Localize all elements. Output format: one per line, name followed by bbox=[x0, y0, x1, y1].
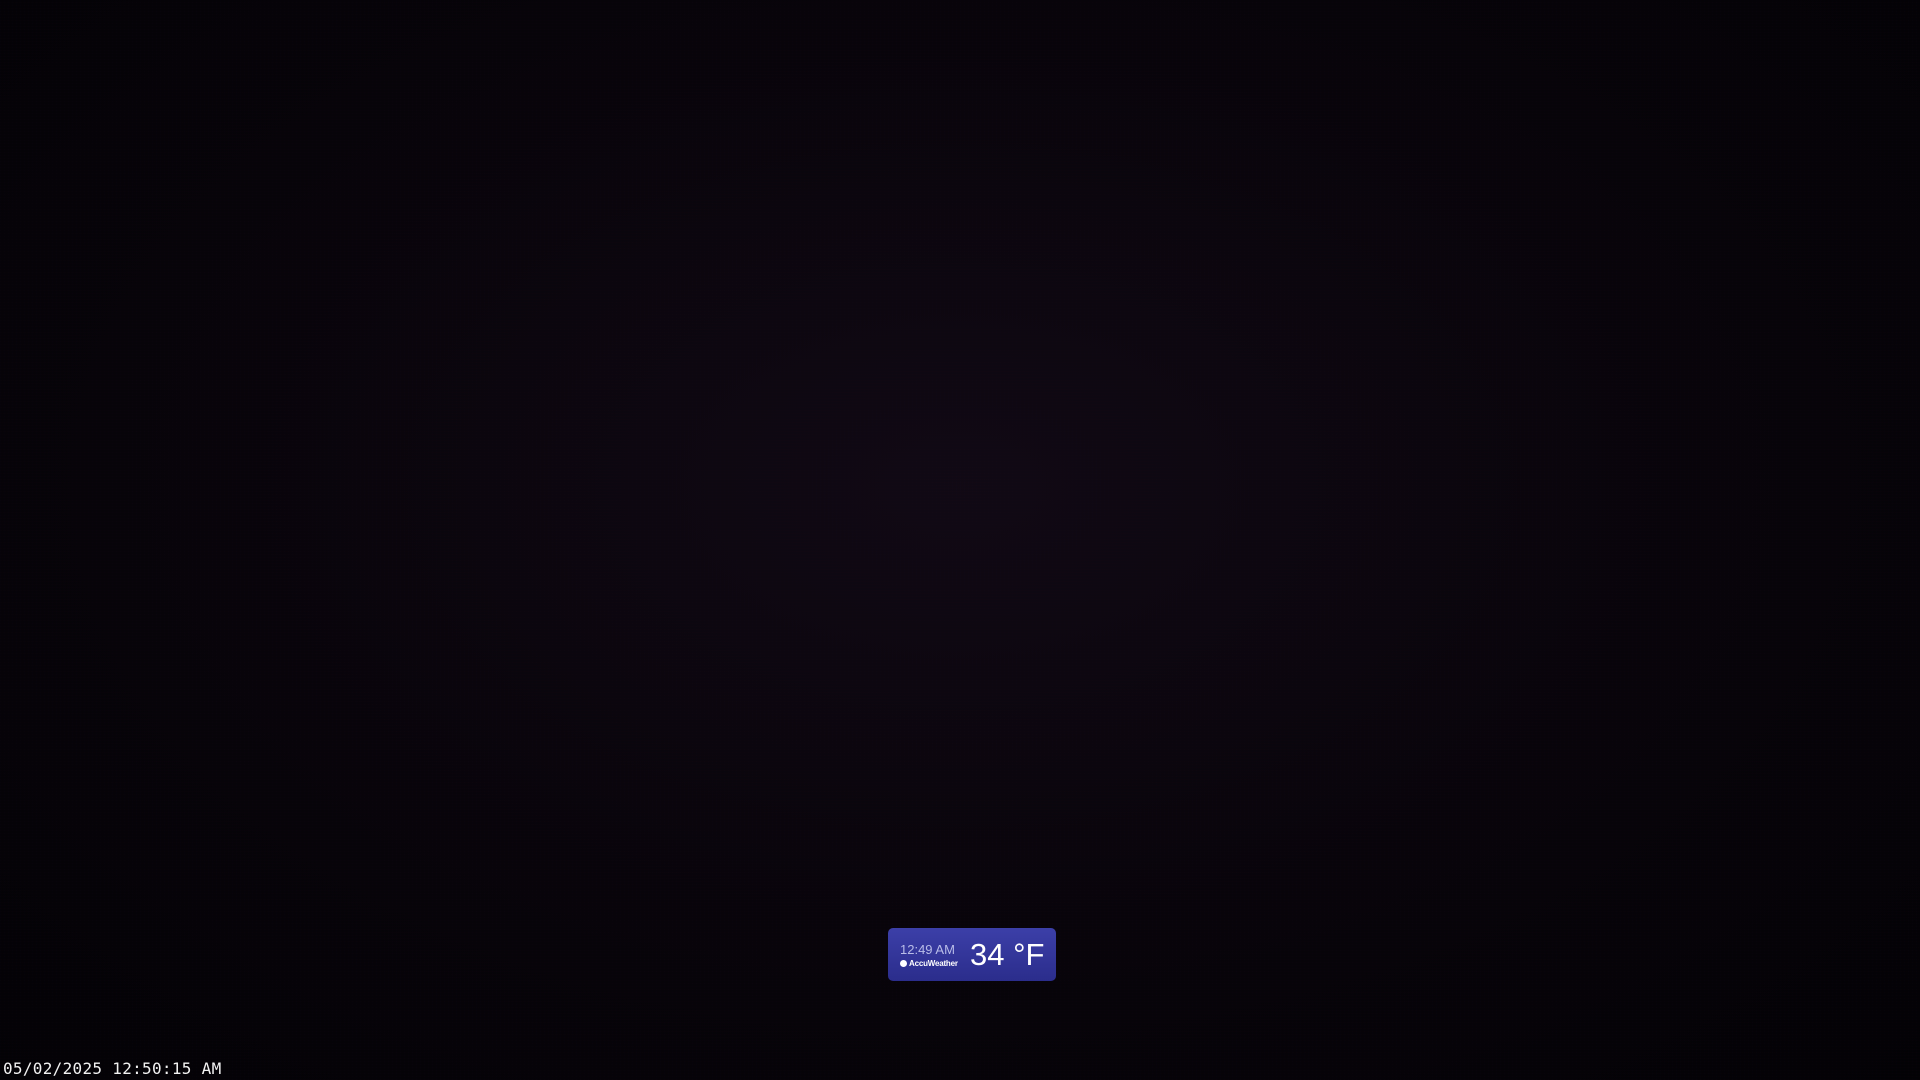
temperature-readout: 34 °F bbox=[970, 936, 1045, 972]
sensor-noise-overlay bbox=[0, 0, 1920, 1080]
camera-timestamp: 05/02/2025 12:50:15 AM bbox=[3, 1059, 222, 1078]
accuweather-sun-icon bbox=[900, 959, 907, 967]
weather-time: 12:49 AM bbox=[900, 941, 955, 957]
camera-feed bbox=[0, 0, 1920, 1080]
weather-brand: AccuWeather bbox=[900, 959, 968, 968]
weather-badge: 12:49 AM AccuWeather 34 °F bbox=[888, 928, 1056, 981]
brand-name: AccuWeather bbox=[909, 958, 958, 968]
weather-badge-info: 12:49 AM AccuWeather bbox=[900, 942, 968, 968]
